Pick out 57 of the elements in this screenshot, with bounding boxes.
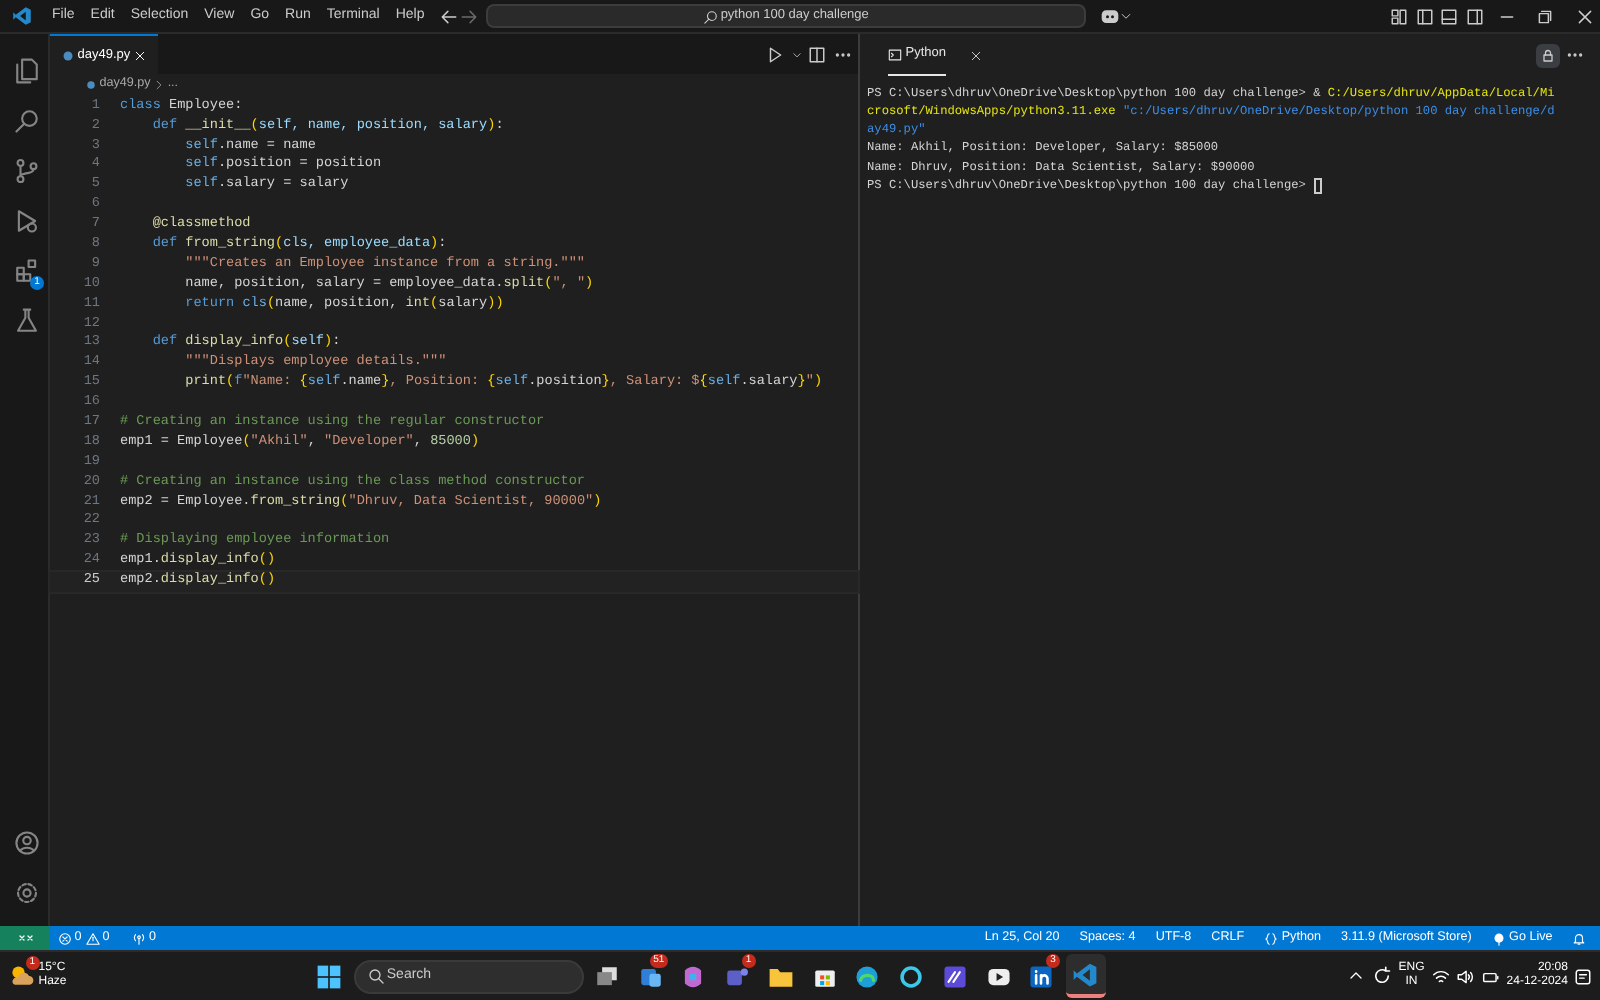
play-button-icon bbox=[985, 963, 1012, 989]
sidebar-toggle-icon[interactable] bbox=[1415, 7, 1433, 25]
code-editor-logo-icon bbox=[1072, 961, 1099, 987]
people-icon bbox=[724, 963, 751, 989]
warning-icon bbox=[85, 931, 100, 945]
restore-icon[interactable] bbox=[1536, 7, 1554, 25]
in-logo-icon bbox=[1028, 963, 1055, 989]
error-icon bbox=[57, 931, 71, 945]
flask-icon[interactable] bbox=[14, 308, 40, 334]
split-editor-icon[interactable] bbox=[808, 45, 826, 63]
python-file-icon bbox=[86, 79, 96, 89]
layout-icon[interactable] bbox=[1390, 7, 1408, 25]
caret-icon bbox=[1119, 10, 1132, 22]
editor-logo-icon bbox=[12, 6, 32, 26]
run-icon[interactable] bbox=[766, 45, 784, 63]
remote-icon bbox=[17, 930, 33, 946]
play-bug-icon[interactable] bbox=[14, 208, 40, 234]
terminal-icon bbox=[888, 47, 902, 61]
files-icon[interactable] bbox=[14, 58, 40, 84]
lock-icon[interactable] bbox=[1535, 43, 1559, 67]
wifi-icon[interactable] bbox=[1431, 967, 1450, 985]
branch-icon[interactable] bbox=[14, 158, 40, 184]
ring-icon bbox=[898, 963, 925, 989]
search-icon bbox=[367, 968, 384, 984]
antenna-icon bbox=[131, 931, 146, 945]
windows-logo-icon bbox=[316, 963, 343, 989]
wave-globe-icon bbox=[854, 963, 881, 989]
caret-icon[interactable] bbox=[791, 49, 801, 59]
stacked-windows-icon bbox=[593, 963, 620, 989]
bell-icon bbox=[1572, 931, 1587, 945]
python-file-icon bbox=[62, 49, 74, 61]
broadcast-icon bbox=[1491, 931, 1506, 945]
widgets-icon bbox=[637, 963, 664, 989]
copilot-button[interactable] bbox=[1099, 6, 1132, 26]
chevron-icon bbox=[154, 79, 165, 89]
close-icon[interactable] bbox=[1575, 7, 1593, 25]
search-icon[interactable] bbox=[14, 108, 40, 134]
extensions-icon[interactable] bbox=[14, 258, 40, 284]
sun-cloud-icon bbox=[7, 962, 35, 990]
folder-icon bbox=[767, 963, 794, 989]
taskbar-app[interactable] bbox=[1065, 954, 1106, 998]
notification-icon[interactable] bbox=[1574, 967, 1593, 985]
panel-toggle-icon[interactable] bbox=[1440, 7, 1458, 25]
stripes-tile-icon bbox=[941, 963, 968, 989]
braces-icon bbox=[1264, 931, 1279, 945]
sync-icon[interactable] bbox=[1371, 966, 1392, 986]
back-arrow-icon[interactable] bbox=[439, 7, 458, 25]
robot-face-icon bbox=[1099, 6, 1120, 26]
battery-icon[interactable] bbox=[1481, 967, 1500, 985]
account-icon[interactable] bbox=[14, 830, 40, 856]
speaker-icon[interactable] bbox=[1456, 967, 1475, 985]
search-icon bbox=[703, 9, 718, 23]
ribbon-logo-icon bbox=[680, 963, 707, 989]
secondary-sidebar-icon[interactable] bbox=[1465, 7, 1483, 25]
close-icon[interactable] bbox=[970, 49, 982, 61]
settings-icon[interactable] bbox=[14, 880, 40, 906]
chevron-up-icon[interactable] bbox=[1348, 968, 1365, 984]
